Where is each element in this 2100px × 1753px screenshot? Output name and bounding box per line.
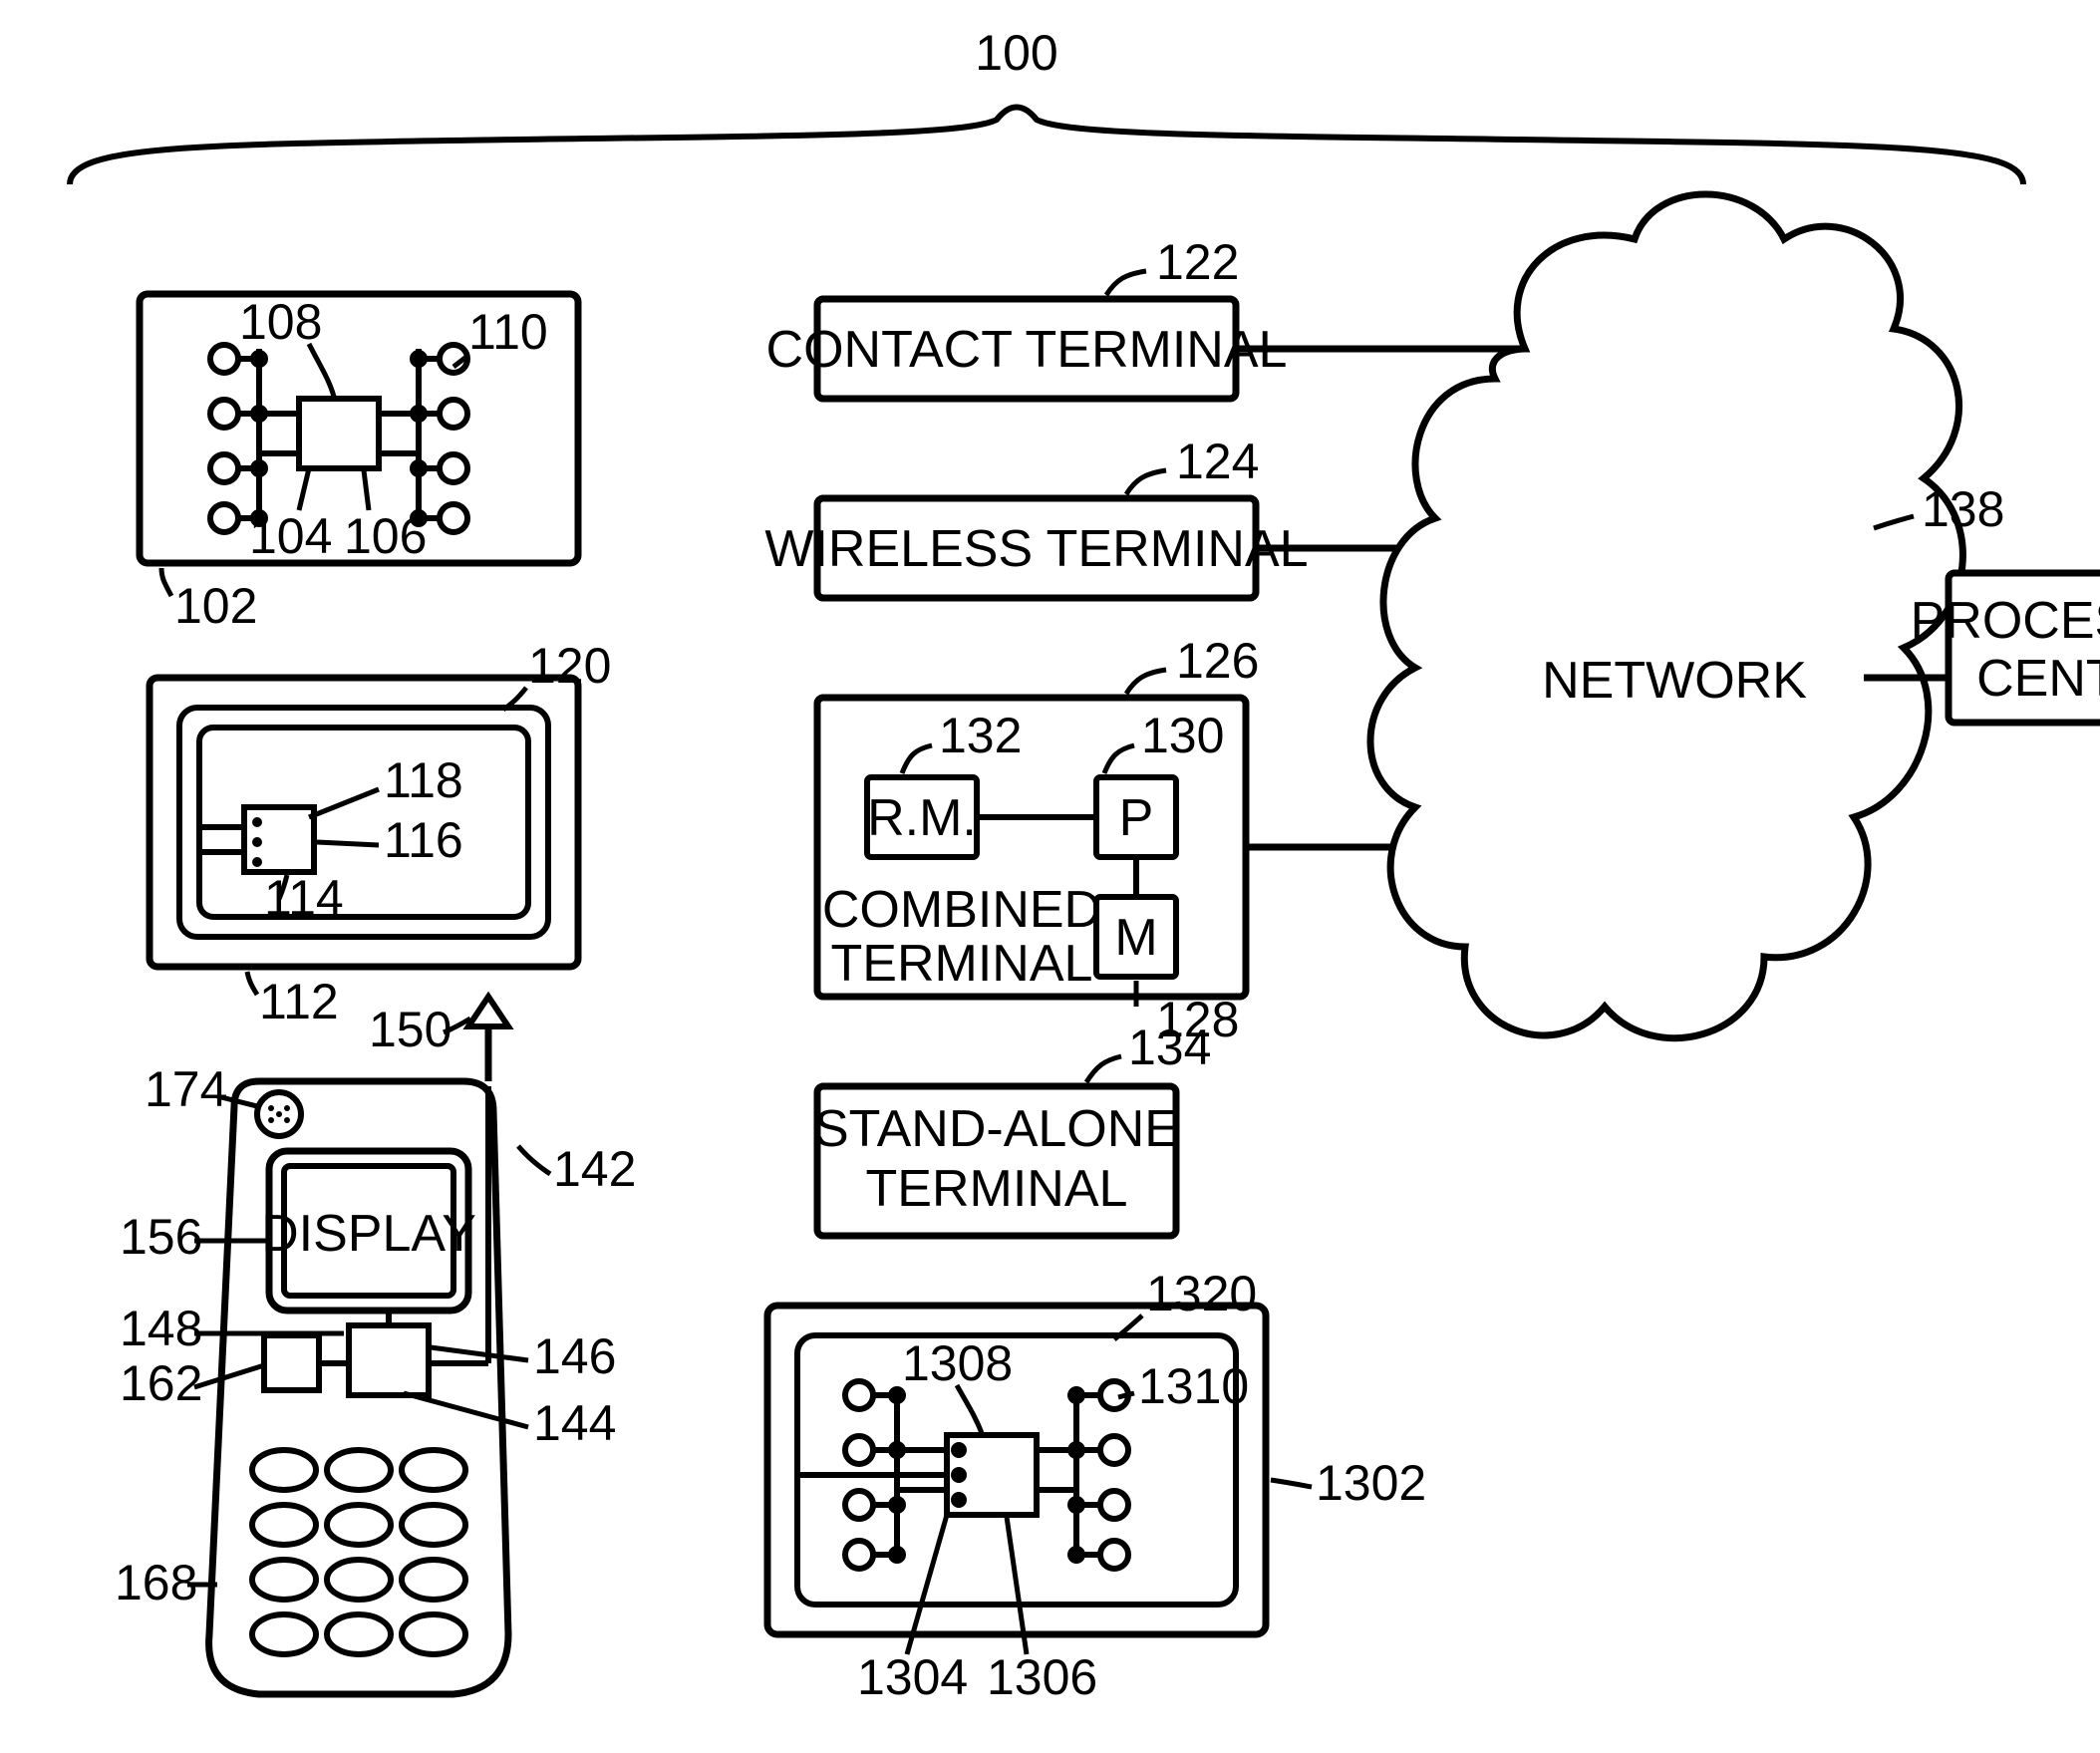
- ref-1304: 1304: [857, 1649, 968, 1705]
- ref-162: 162: [120, 1355, 202, 1411]
- ref-108: 108: [239, 294, 322, 350]
- p-label: P: [1119, 789, 1154, 847]
- ref-1302: 1302: [1316, 1455, 1426, 1511]
- ref-120: 120: [528, 638, 611, 694]
- phone-display-label: DISPLAY: [261, 1205, 476, 1263]
- standalone-label-1: STAND-ALONE: [814, 1100, 1179, 1158]
- phone-142: DISPLAY 150 174 142 156 148 162 146 144 …: [115, 997, 636, 1694]
- rm-ref: 132: [939, 708, 1022, 763]
- ref-114: 114: [264, 870, 344, 926]
- contact-terminal-ref: 122: [1156, 234, 1239, 290]
- wireless-terminal-ref: 124: [1176, 434, 1259, 489]
- ref-112: 112: [259, 974, 339, 1029]
- ref-1308: 1308: [902, 1335, 1013, 1391]
- ref-110: 110: [468, 304, 548, 360]
- ref-168: 168: [115, 1555, 197, 1610]
- network-ref: 138: [1922, 481, 2004, 537]
- contact-terminal-label: CONTACT TERMINAL: [766, 321, 1288, 379]
- ref-1306: 1306: [987, 1649, 1097, 1705]
- standalone-ref: 134: [1128, 1020, 1211, 1075]
- ref-144: 144: [533, 1395, 616, 1451]
- network-label: NETWORK: [1542, 652, 1807, 710]
- ref-106: 106: [344, 508, 427, 564]
- standalone-terminal: STAND-ALONE TERMINAL 134: [814, 1020, 1211, 1236]
- ref-174: 174: [145, 1061, 227, 1117]
- combined-terminal-label-2: TERMINAL: [831, 935, 1093, 993]
- p-ref: 130: [1141, 708, 1224, 763]
- ref-1320: 1320: [1146, 1266, 1257, 1321]
- contact-terminal: CONTACT TERMINAL 122: [766, 234, 1525, 399]
- ref-156: 156: [120, 1209, 202, 1265]
- rm-label: R.M.: [867, 789, 977, 847]
- figure-ref: 100: [975, 25, 1057, 81]
- combined-terminal-ref: 126: [1176, 633, 1259, 689]
- wireless-terminal: WIRELESS TERMINAL 124: [764, 434, 1485, 598]
- processing-center-label-2: CENTER: [1976, 650, 2100, 708]
- wireless-card-112: 120 118 116 114 112: [150, 638, 611, 1029]
- figure-brace: 100: [70, 25, 2023, 184]
- ref-146: 146: [533, 1328, 616, 1384]
- ref-150: 150: [369, 1002, 451, 1057]
- standalone-label-2: TERMINAL: [866, 1160, 1128, 1218]
- ref-142: 142: [553, 1141, 636, 1197]
- ref-148: 148: [120, 1301, 202, 1356]
- combined-terminal-label-1: COMBINED: [822, 881, 1101, 939]
- combined-card-1302: 1320 1308 1310 1304 1306 1302: [767, 1266, 1426, 1705]
- contact-card-102: 108 110 104 106 102: [140, 294, 578, 634]
- m-label: M: [1114, 909, 1157, 967]
- ref-116: 116: [384, 812, 463, 868]
- ref-118: 118: [384, 752, 463, 808]
- processing-center-label-1: PROCESSING: [1911, 592, 2100, 650]
- wireless-terminal-label: WIRELESS TERMINAL: [764, 520, 1308, 578]
- ref-1310: 1310: [1138, 1358, 1249, 1414]
- ref-104: 104: [249, 508, 332, 564]
- ref-102: 102: [174, 578, 257, 634]
